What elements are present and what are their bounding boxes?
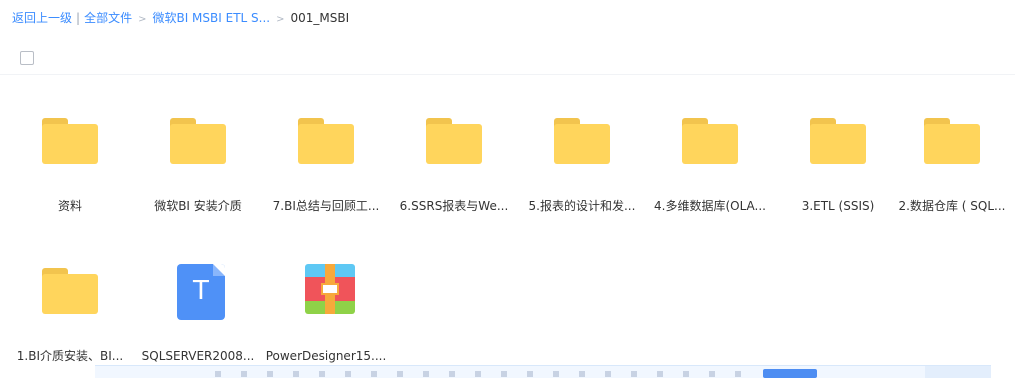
all-files-link[interactable]: 全部文件 bbox=[84, 11, 132, 25]
chevron-right-icon: > bbox=[138, 14, 147, 25]
document-icon: T bbox=[170, 264, 228, 320]
file-item[interactable]: 4.多维数据库(OLA... bbox=[648, 118, 772, 228]
breadcrumb-separator: | bbox=[76, 11, 81, 25]
folder-icon bbox=[298, 118, 356, 170]
file-item[interactable]: 3.ETL (SSIS) bbox=[776, 118, 900, 228]
file-name: 2.数据仓库 ( SQL... bbox=[898, 199, 1006, 213]
file-name: 资料 bbox=[57, 199, 82, 213]
file-item[interactable]: T SQLSERVER2008... bbox=[136, 264, 260, 378]
file-name: 7.BI总结与回顾工... bbox=[272, 199, 380, 213]
file-item[interactable]: 1.BI介质安装、BI... bbox=[8, 268, 132, 378]
close-area[interactable] bbox=[925, 366, 991, 378]
file-name: 6.SSRS报表与We... bbox=[399, 199, 509, 213]
file-name: 5.报表的设计和发... bbox=[528, 199, 636, 213]
breadcrumb: 返回上一级 | 全部文件 > 微软BI MSBI ETL S... >001_MSBI bbox=[12, 10, 349, 26]
folder-icon bbox=[810, 118, 868, 170]
archive-icon bbox=[298, 264, 356, 320]
bottom-toolbar bbox=[95, 365, 991, 378]
file-item[interactable]: 微软BI 安装介质 bbox=[136, 118, 260, 228]
file-item[interactable]: 6.SSRS报表与We... bbox=[392, 118, 516, 228]
folder-icon bbox=[554, 118, 612, 170]
file-item[interactable]: 7.BI总结与回顾工... bbox=[264, 118, 388, 228]
parent-folder-link[interactable]: 微软BI MSBI ETL S... bbox=[152, 11, 270, 25]
select-all-checkbox[interactable] bbox=[20, 51, 34, 65]
chevron-right-icon: > bbox=[276, 14, 285, 25]
file-item[interactable]: PowerDesigner15.... bbox=[264, 264, 388, 378]
folder-icon bbox=[682, 118, 740, 170]
file-name: 4.多维数据库(OLA... bbox=[654, 199, 766, 213]
file-name: 1.BI介质安装、BI... bbox=[16, 349, 124, 363]
file-item[interactable]: 资料 bbox=[8, 118, 132, 228]
file-browser: 返回上一级 | 全部文件 > 微软BI MSBI ETL S... >001_MSBI 资… bbox=[0, 0, 1015, 378]
header-divider bbox=[0, 74, 1015, 75]
folder-icon bbox=[426, 118, 484, 170]
action-button[interactable] bbox=[763, 369, 817, 378]
file-name: SQLSERVER2008... bbox=[141, 349, 255, 363]
file-name: 3.ETL (SSIS) bbox=[801, 199, 875, 213]
file-item[interactable]: 5.报表的设计和发... bbox=[520, 118, 644, 228]
folder-icon bbox=[42, 268, 100, 320]
folder-icon bbox=[42, 118, 100, 170]
file-name: PowerDesigner15.... bbox=[265, 349, 387, 363]
back-link[interactable]: 返回上一级 bbox=[12, 11, 72, 25]
file-item[interactable]: 2.数据仓库 ( SQL... bbox=[890, 118, 1014, 228]
folder-icon bbox=[170, 118, 228, 170]
folder-icon bbox=[924, 118, 982, 170]
file-name: 微软BI 安装介质 bbox=[154, 199, 242, 213]
current-folder: 001_MSBI bbox=[290, 11, 350, 25]
